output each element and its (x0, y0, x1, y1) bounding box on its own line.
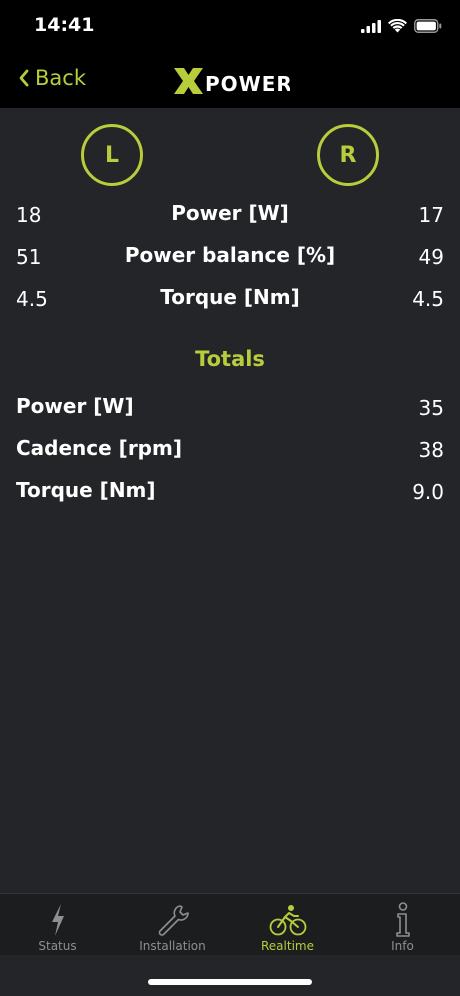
totals-title: Totals (195, 347, 265, 371)
battery-icon (414, 19, 442, 33)
home-area (0, 955, 460, 996)
right-side-label: R (339, 142, 357, 168)
nav-bar: Back POWER (0, 56, 460, 108)
total-label: Cadence [rpm] (16, 436, 182, 460)
lightning-icon (51, 904, 64, 936)
tab-info[interactable]: Info (345, 894, 460, 956)
info-icon (395, 902, 410, 937)
metric-label: Power balance [%] (124, 243, 336, 267)
metric-label: Power [W] (171, 201, 289, 225)
status-icons (361, 19, 442, 33)
total-value: 9.0 (412, 480, 444, 504)
metric-label: Torque [Nm] (160, 285, 300, 309)
tab-realtime[interactable]: Realtime (230, 894, 345, 956)
wifi-icon (388, 19, 407, 33)
tab-label: Installation (139, 939, 206, 953)
total-label: Power [W] (16, 394, 134, 418)
left-side-label: L (104, 142, 120, 168)
right-value: 4.5 (412, 287, 444, 311)
status-bar: 14:41 (0, 0, 460, 56)
xpower-logo: POWER (174, 68, 290, 96)
metric-row-power-balance: 51 Power balance [%] 49 (0, 241, 460, 273)
tab-status[interactable]: Status (0, 894, 115, 956)
right-side-indicator: R (317, 124, 379, 186)
total-label: Torque [Nm] (16, 478, 156, 502)
left-side-indicator: L (81, 124, 143, 186)
tab-bar: Status Installation Realtime Info (0, 893, 460, 955)
tab-installation[interactable]: Installation (115, 894, 230, 956)
total-row-cadence: Cadence [rpm] 38 (0, 434, 460, 464)
right-value: 49 (418, 245, 444, 269)
total-value: 35 (418, 396, 444, 420)
tab-label: Status (38, 939, 77, 953)
chevron-left-icon (19, 69, 29, 87)
metric-row-torque: 4.5 Torque [Nm] 4.5 (0, 283, 460, 315)
wrench-icon (158, 905, 189, 936)
total-value: 38 (418, 438, 444, 462)
cyclist-icon (269, 905, 306, 936)
right-value: 17 (418, 203, 444, 227)
cellular-signal-icon (361, 19, 381, 33)
total-row-power: Power [W] 35 (0, 392, 460, 422)
total-row-torque: Torque [Nm] 9.0 (0, 476, 460, 506)
back-label: Back (35, 66, 86, 90)
home-indicator[interactable] (148, 979, 312, 985)
metric-row-power: 18 Power [W] 17 (0, 199, 460, 231)
logo-text: POWER (205, 72, 290, 96)
status-time: 14:41 (34, 14, 95, 36)
back-button[interactable]: Back (18, 66, 86, 90)
tab-label: Realtime (261, 939, 314, 953)
tab-label: Info (391, 939, 414, 953)
